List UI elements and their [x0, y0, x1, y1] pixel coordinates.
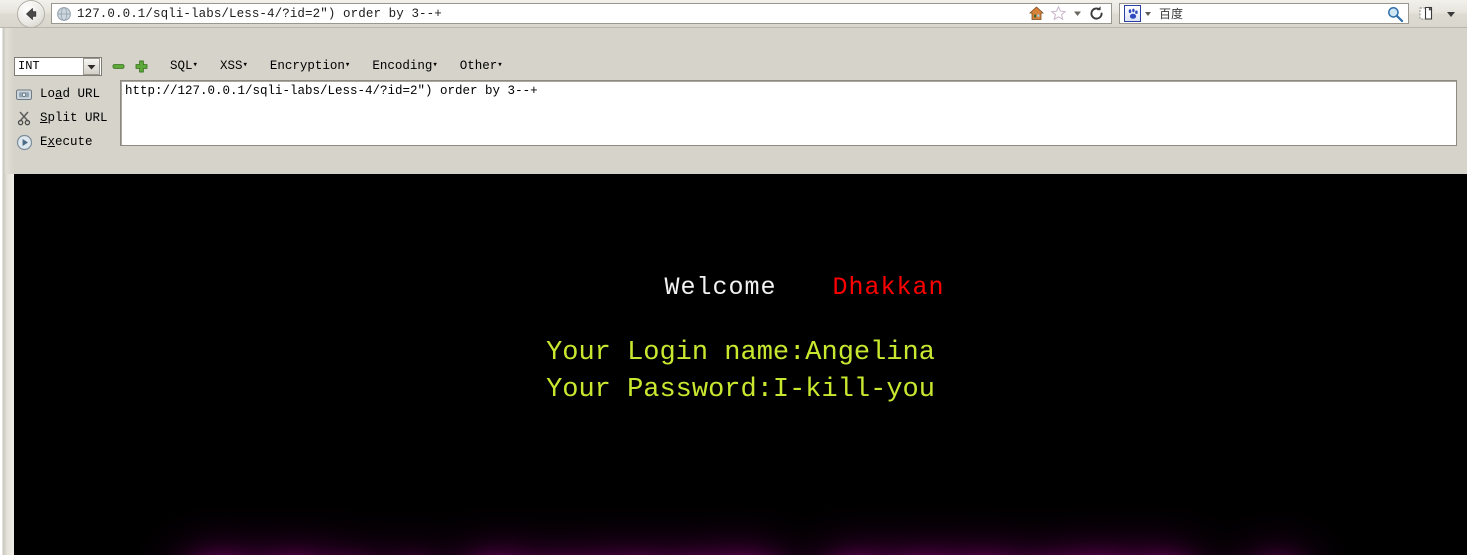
menu-other-label: Other	[459, 59, 498, 73]
increase-button[interactable]	[135, 60, 148, 73]
scissors-icon	[14, 109, 34, 127]
type-select-wrapper: INT	[14, 56, 102, 76]
back-button[interactable]	[17, 0, 45, 28]
menu-sql[interactable]: SQL▾	[170, 59, 198, 73]
login-name-line: Your Login name:Angelina	[546, 338, 935, 368]
load-url-button[interactable]: Load URL	[14, 82, 120, 106]
welcome-line: Welcome Dhakkan	[14, 244, 1467, 331]
search-input[interactable]: 百度	[1159, 5, 1386, 22]
execute-play-icon	[14, 133, 34, 151]
globe-icon	[57, 6, 71, 21]
hackbar-toolbar-row: INT SQL▾ XSS▾ Encryption▾ Encoding▾ Othe…	[14, 56, 503, 76]
plus-icon	[135, 60, 148, 72]
hackbar-panel: INT SQL▾ XSS▾ Encryption▾ Encoding▾ Othe…	[0, 28, 1467, 196]
search-box[interactable]: 百度	[1119, 3, 1409, 24]
execute-label: Execute	[40, 135, 93, 149]
url-bar-buttons	[1022, 3, 1112, 24]
menu-encryption[interactable]: Encryption▾	[270, 59, 350, 73]
paw-glyph-icon	[1128, 8, 1138, 19]
menu-other[interactable]: Other▾	[460, 59, 503, 73]
menu-sql-label: SQL	[170, 59, 193, 73]
execute-button[interactable]: Execute	[14, 130, 120, 154]
menu-encoding-label: Encoding	[372, 59, 433, 73]
new-page-icon[interactable]	[1418, 5, 1436, 23]
browser-window: 127.0.0.1/sqli-labs/Less-4/?id=2") order…	[0, 0, 1467, 555]
refresh-icon[interactable]	[1088, 5, 1105, 22]
welcome-name: Dhakkan	[832, 273, 945, 302]
menu-xss[interactable]: XSS▾	[220, 59, 248, 73]
browser-navigation-bar: 127.0.0.1/sqli-labs/Less-4/?id=2") order…	[0, 0, 1467, 28]
window-left-border	[0, 28, 14, 174]
back-arrow-icon	[26, 7, 37, 20]
url-text: 127.0.0.1/sqli-labs/Less-4/?id=2") order…	[77, 6, 442, 21]
home-icon[interactable]	[1028, 5, 1045, 22]
split-url-label: Split URL	[40, 111, 108, 125]
menu-xss-caret-icon: ▾	[242, 60, 248, 70]
search-engine-chevron-icon[interactable]	[1145, 11, 1151, 16]
page-content: Welcome Dhakkan Your Login name:Angelina …	[14, 174, 1467, 555]
chevron-down-icon[interactable]	[1072, 5, 1083, 22]
menu-encoding-caret-icon: ▾	[432, 60, 438, 70]
minus-icon	[112, 63, 125, 69]
payload-type-select[interactable]: INT	[14, 56, 102, 76]
menu-other-caret-icon: ▾	[497, 60, 503, 70]
window-right-controls	[1409, 5, 1464, 23]
load-url-icon	[14, 85, 34, 103]
star-icon[interactable]	[1050, 5, 1067, 22]
decrease-button[interactable]	[112, 60, 125, 73]
menu-encryption-caret-icon: ▾	[344, 60, 351, 70]
url-payload-textarea[interactable]	[120, 80, 1457, 146]
page-left-border	[0, 174, 14, 555]
welcome-word: Welcome	[664, 273, 777, 302]
hackbar-action-buttons: Load URL Split URL Execute	[14, 80, 120, 154]
split-url-button[interactable]: Split URL	[14, 106, 120, 130]
menu-xss-label: XSS	[219, 59, 243, 73]
url-bar[interactable]: 127.0.0.1/sqli-labs/Less-4/?id=2") order…	[51, 3, 1022, 24]
overflow-chevron-down-icon[interactable]	[1444, 5, 1458, 23]
baidu-paw-icon[interactable]	[1124, 5, 1141, 22]
hackbar-main-row: Load URL Split URL Execute http://127.0.…	[14, 80, 1457, 154]
page-text-block: Welcome Dhakkan Your Login name:Angelina …	[14, 174, 1467, 405]
load-url-label: Load URL	[40, 87, 101, 101]
menu-encoding[interactable]: Encoding▾	[372, 59, 437, 73]
menu-encryption-label: Encryption	[269, 59, 345, 73]
magnifier-icon[interactable]	[1386, 5, 1404, 23]
menu-sql-caret-icon: ▾	[192, 60, 198, 70]
password-line: Your Password:I-kill-you	[546, 375, 935, 405]
